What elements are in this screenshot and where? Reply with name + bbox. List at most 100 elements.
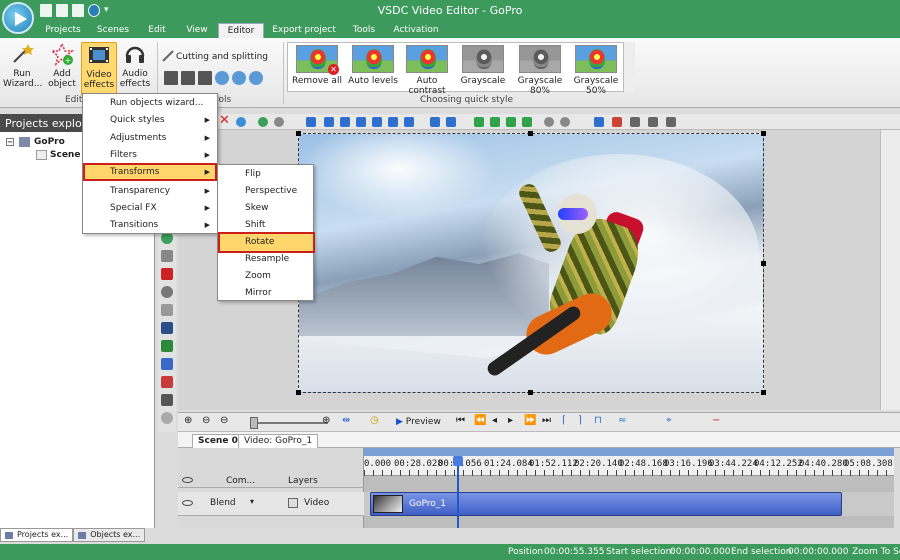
resize-handle[interactable]: [296, 390, 301, 395]
delete-icon[interactable]: ✕: [219, 113, 230, 128]
skip-start-icon[interactable]: ⏮: [456, 415, 465, 426]
chevron-down-icon[interactable]: ▾: [250, 497, 254, 506]
menu-item-transitions[interactable]: Transitions ▶: [84, 217, 216, 233]
menu-item-mirror[interactable]: Mirror: [219, 285, 312, 301]
menu-item-quick-styles[interactable]: Quick styles ▶: [84, 112, 216, 128]
wave-icon[interactable]: ≈: [618, 415, 626, 426]
rotate-90-icon[interactable]: [215, 71, 229, 85]
grid-icon[interactable]: [594, 117, 604, 127]
blend-mode[interactable]: Blend: [210, 498, 236, 508]
crop-icon[interactable]: [198, 71, 212, 85]
align-left-icon[interactable]: [324, 117, 334, 127]
add-object-button[interactable]: + Add object: [46, 42, 78, 89]
tab-scenes[interactable]: Scenes: [92, 23, 134, 38]
tab-video-gopro[interactable]: Video: GoPro_1: [238, 434, 319, 448]
menu-item-transparency[interactable]: Transparency ▶: [84, 183, 216, 199]
fit-timeline-icon[interactable]: ⇹: [342, 415, 350, 426]
quick-style-grayscale[interactable]: Grayscale: [454, 45, 512, 86]
sprite-icon[interactable]: [161, 340, 173, 352]
gallery-scrollbar[interactable]: [623, 42, 635, 92]
marker-in-icon[interactable]: ⌈: [562, 415, 566, 426]
tab-scene-0[interactable]: Scene 0: [192, 434, 244, 448]
menu-item-perspective[interactable]: Perspective: [219, 183, 312, 199]
zoom-out-icon[interactable]: ⊖: [202, 415, 210, 426]
edge-icon[interactable]: [648, 117, 658, 127]
menu-item-resample[interactable]: Resample: [219, 251, 312, 267]
menu-item-shift[interactable]: Shift: [219, 217, 312, 233]
ungroup-icon[interactable]: [560, 117, 570, 127]
move-icon[interactable]: [161, 412, 173, 424]
tab-objects-explorer[interactable]: Objects ex...: [73, 528, 146, 542]
eye-icon[interactable]: [182, 500, 193, 506]
run-wizard-button[interactable]: Run Wizard...: [3, 42, 42, 89]
step-forward-icon[interactable]: ▸: [508, 415, 513, 426]
select-icon[interactable]: [306, 117, 316, 127]
quick-style-grayscale-50[interactable]: Grayscale 50%: [566, 45, 626, 96]
resize-handle[interactable]: [761, 390, 766, 395]
animation-icon[interactable]: [161, 394, 173, 406]
arrow-down-icon[interactable]: [490, 117, 500, 127]
zoom-icon[interactable]: ⊖: [220, 415, 228, 426]
preview-button[interactable]: Preview: [396, 417, 441, 427]
eye-icon[interactable]: [182, 477, 193, 483]
quick-style-grayscale-80[interactable]: Grayscale 80%: [508, 45, 572, 96]
tab-view[interactable]: View: [180, 23, 214, 38]
tree-item-project[interactable]: − GoPro: [6, 136, 90, 149]
remove-marker-icon[interactable]: −: [712, 415, 720, 426]
resize-handle[interactable]: [528, 390, 533, 395]
time-ruler[interactable]: 0.000 00:28.028 00: .056 01:24.084 01:52…: [364, 448, 894, 476]
app-logo-icon[interactable]: [2, 2, 34, 34]
redo-icon[interactable]: [274, 117, 284, 127]
zoom-slider-thumb[interactable]: [250, 417, 258, 429]
quick-style-remove-all[interactable]: Remove all: [288, 45, 346, 86]
pen-icon[interactable]: [161, 304, 173, 316]
menu-item-rotate[interactable]: Rotate: [218, 232, 315, 253]
zoom-in-icon[interactable]: ⊕: [184, 415, 192, 426]
tab-editor[interactable]: Editor: [218, 23, 264, 38]
marker-out-icon[interactable]: ⌉: [578, 415, 582, 426]
resize-handle[interactable]: [761, 131, 766, 136]
preview-vertical-scrollbar[interactable]: [880, 130, 900, 410]
playhead-handle[interactable]: [453, 456, 463, 466]
menu-item-skew[interactable]: Skew: [219, 200, 312, 216]
menu-item-run-objects-wizard[interactable]: Run objects wizard...: [84, 95, 216, 111]
tree-item-scene[interactable]: Scene 0: [6, 149, 90, 162]
menu-item-flip[interactable]: Flip: [219, 166, 312, 182]
image-icon[interactable]: [161, 358, 173, 370]
circle-icon[interactable]: [236, 117, 246, 127]
tab-edit[interactable]: Edit: [140, 23, 174, 38]
resize-handle[interactable]: [528, 131, 533, 136]
split-icon[interactable]: [181, 71, 195, 85]
speed-icon[interactable]: [249, 71, 263, 85]
zoom-plus-icon[interactable]: ⊕: [322, 415, 330, 426]
align-middle-icon[interactable]: [388, 117, 398, 127]
pointer-icon[interactable]: [666, 117, 676, 127]
menu-item-transforms[interactable]: Transforms ▶: [83, 163, 217, 181]
align-center-icon[interactable]: [340, 117, 350, 127]
collapse-icon[interactable]: −: [6, 138, 14, 146]
clock-icon[interactable]: ◷: [370, 415, 379, 426]
split-marker-icon[interactable]: ⊓: [594, 415, 602, 426]
rewind-icon[interactable]: ⏪: [474, 415, 486, 426]
align-right-icon[interactable]: [356, 117, 366, 127]
snap-icon[interactable]: [612, 117, 622, 127]
rotate-180-icon[interactable]: [232, 71, 246, 85]
skip-end-icon[interactable]: ⏭: [542, 415, 551, 426]
zoom-to-screen-button[interactable]: Zoom To Scr: [852, 547, 900, 557]
resize-handle[interactable]: [761, 261, 766, 266]
subtitle-icon[interactable]: [161, 268, 173, 280]
audio-icon[interactable]: [161, 376, 173, 388]
video-clip[interactable]: GoPro_1: [370, 492, 842, 516]
fit-icon[interactable]: [430, 117, 440, 127]
trim-icon[interactable]: [164, 71, 178, 85]
fill-icon[interactable]: [446, 117, 456, 127]
menu-item-filters[interactable]: Filters ▶: [84, 147, 216, 163]
send-back-icon[interactable]: [522, 117, 532, 127]
group-icon[interactable]: [544, 117, 554, 127]
fast-forward-icon[interactable]: ⏩: [524, 415, 536, 426]
menu-item-zoom[interactable]: Zoom: [219, 268, 312, 284]
tab-export-project[interactable]: Export project: [270, 23, 338, 38]
video-frame[interactable]: [298, 133, 764, 393]
snap-marker-icon[interactable]: ⌖: [666, 415, 672, 426]
comment-icon[interactable]: [161, 286, 173, 298]
